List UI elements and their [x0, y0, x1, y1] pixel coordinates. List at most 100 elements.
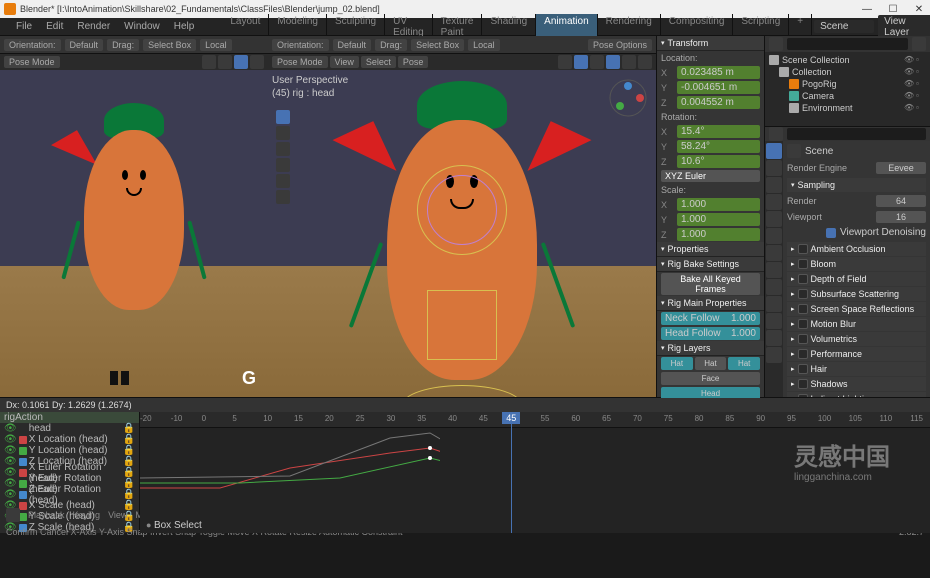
riglayers-header[interactable]: Rig Layers: [657, 341, 764, 356]
tool-select-icon[interactable]: [276, 110, 290, 124]
shading-wire-icon[interactable]: [590, 55, 604, 69]
pose-options[interactable]: Pose Options: [588, 39, 652, 51]
maximize-button[interactable]: ☐: [886, 4, 900, 15]
props-section[interactable]: Volumetrics: [787, 332, 926, 346]
props-tab-viewlayer[interactable]: [766, 177, 782, 193]
overlay-icon[interactable]: [558, 55, 572, 69]
layer-btn[interactable]: Hat: [728, 357, 760, 370]
minimize-button[interactable]: —: [860, 4, 874, 15]
tool-scale-icon[interactable]: [276, 174, 290, 188]
props-tab-output[interactable]: [766, 160, 782, 176]
props-tab-scene[interactable]: [766, 194, 782, 210]
orientation-dropdown[interactable]: Default: [65, 39, 104, 51]
props-section[interactable]: Performance: [787, 347, 926, 361]
rot-y[interactable]: 58.24°: [677, 140, 760, 153]
loc-y[interactable]: -0.004651 m: [677, 81, 760, 94]
transform-local[interactable]: Local: [200, 39, 232, 51]
shading-icon[interactable]: [218, 55, 232, 69]
drag-dropdown[interactable]: Select Box: [143, 39, 196, 51]
neckfollow-field[interactable]: Neck Follow1.000: [661, 312, 760, 325]
menu-pose[interactable]: Pose: [398, 56, 429, 68]
engine-dropdown[interactable]: Eevee: [876, 162, 926, 174]
frame-ruler[interactable]: -20-100510152025303540455055606570758085…: [140, 412, 930, 428]
channel-row[interactable]: 👁X Location (head)🔒: [0, 434, 139, 445]
editor-type-icon[interactable]: [769, 37, 783, 51]
action-row[interactable]: rigAction: [0, 412, 139, 423]
menu-render[interactable]: Render: [71, 19, 116, 34]
props-tab-world[interactable]: [766, 211, 782, 227]
tool-cursor-icon[interactable]: [276, 126, 290, 140]
editor-type-icon[interactable]: [6, 508, 20, 522]
viewport-1[interactable]: G: [0, 70, 268, 397]
props-section[interactable]: Indirect Lighting: [787, 392, 926, 397]
menu-help[interactable]: Help: [168, 19, 201, 34]
props-section[interactable]: Subsurface Scattering: [787, 287, 926, 301]
rotmode-dropdown[interactable]: XYZ Euler: [661, 170, 760, 182]
props-tab-constraint[interactable]: [766, 296, 782, 312]
filter-icon[interactable]: [912, 37, 926, 51]
menu-keying[interactable]: Keying: [73, 510, 101, 520]
props-tab-object[interactable]: [766, 228, 782, 244]
props-tab-bone[interactable]: [766, 330, 782, 346]
mode-dropdown[interactable]: Pose Mode: [4, 56, 60, 68]
props-search[interactable]: [787, 128, 926, 140]
channel-row[interactable]: 👁head🔒: [0, 423, 139, 434]
props-tab-render[interactable]: [766, 143, 782, 159]
channel-row[interactable]: 👁Y Location (head)🔒: [0, 445, 139, 456]
properties-header[interactable]: Properties: [657, 242, 764, 257]
menu-window[interactable]: Window: [118, 19, 166, 34]
layer-btn[interactable]: Hat: [695, 357, 727, 370]
denoise-check[interactable]: [826, 228, 836, 238]
tool-transform-icon[interactable]: [276, 190, 290, 204]
outliner-search[interactable]: [787, 38, 908, 50]
tool-rotate-icon[interactable]: [276, 158, 290, 172]
menu-edit[interactable]: Edit: [40, 19, 69, 34]
overlay-icon[interactable]: [574, 55, 588, 69]
drag-dropdown[interactable]: Select Box: [411, 39, 464, 51]
rot-z[interactable]: 10.6°: [677, 155, 760, 168]
props-tab-data[interactable]: [766, 313, 782, 329]
props-tab-particle[interactable]: [766, 262, 782, 278]
nav-gizmo[interactable]: [608, 78, 648, 118]
layer-btn[interactable]: Hat: [661, 357, 693, 370]
loc-z[interactable]: 0.004552 m: [677, 96, 760, 109]
outliner-item[interactable]: Collection👁▫: [769, 66, 926, 78]
outliner-item[interactable]: Camera👁▫: [769, 90, 926, 102]
shading-icon[interactable]: [250, 55, 264, 69]
props-tab-modifier[interactable]: [766, 245, 782, 261]
bake-button[interactable]: Bake All Keyed Frames: [661, 273, 760, 295]
graph-area[interactable]: -20-100510152025303540455055606570758085…: [140, 412, 930, 533]
menu-view[interactable]: View: [108, 510, 127, 520]
close-button[interactable]: ✕: [912, 4, 926, 15]
shading-rendered-icon[interactable]: [638, 55, 652, 69]
props-section[interactable]: Bloom: [787, 257, 926, 271]
shading-solid-icon[interactable]: [606, 55, 620, 69]
rot-x[interactable]: 15.4°: [677, 125, 760, 138]
menu-playback[interactable]: Playback: [28, 510, 65, 520]
viewport-2[interactable]: User Perspective (45) rig : head: [268, 70, 656, 397]
loc-x[interactable]: 0.023485 m: [677, 66, 760, 79]
viewlayer-field[interactable]: View Layer: [878, 15, 930, 39]
scene-field[interactable]: Scene: [814, 20, 874, 33]
viewport-samples[interactable]: 16: [876, 211, 926, 223]
menu-select[interactable]: Select: [361, 56, 396, 68]
orientation-dropdown[interactable]: Default: [333, 39, 372, 51]
outliner-item[interactable]: PogoRig👁▫: [769, 78, 926, 90]
scl-z[interactable]: 1.000: [677, 228, 760, 241]
props-section[interactable]: Depth of Field: [787, 272, 926, 286]
outliner-item[interactable]: Environment👁▫: [769, 102, 926, 114]
tool-move-icon[interactable]: [276, 142, 290, 156]
props-section[interactable]: Hair: [787, 362, 926, 376]
props-section[interactable]: Screen Space Reflections: [787, 302, 926, 316]
shading-icon[interactable]: [234, 55, 248, 69]
props-section[interactable]: Shadows: [787, 377, 926, 391]
sampling-section[interactable]: Sampling: [787, 178, 926, 192]
rigmain-header[interactable]: Rig Main Properties: [657, 296, 764, 311]
mode-dropdown[interactable]: Pose Mode: [272, 56, 328, 68]
shading-icon[interactable]: [202, 55, 216, 69]
props-tab-physics[interactable]: [766, 279, 782, 295]
shading-matprev-icon[interactable]: [622, 55, 636, 69]
layer-btn[interactable]: Face: [661, 372, 760, 385]
transform-local[interactable]: Local: [468, 39, 500, 51]
playhead[interactable]: 45: [502, 412, 520, 424]
